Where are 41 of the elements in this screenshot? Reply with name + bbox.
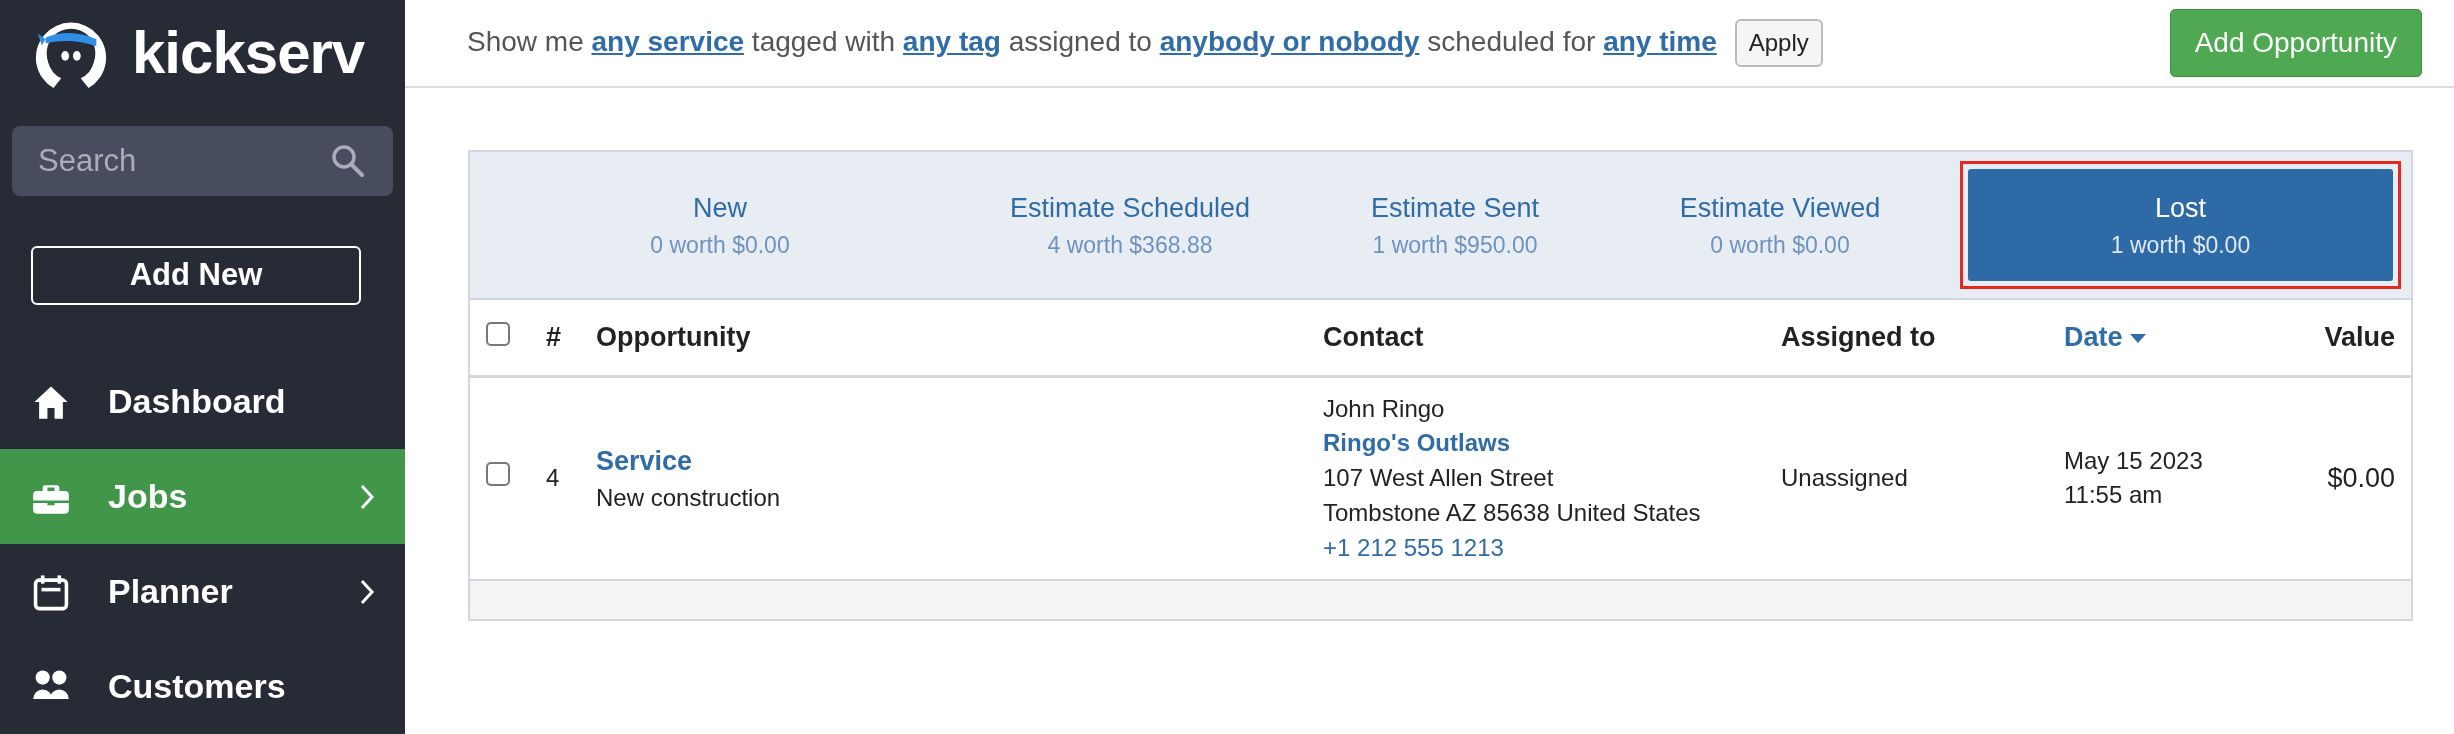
address-line: Tombstone AZ 85638 United States [1323,497,1702,528]
row-checkbox[interactable] [486,462,510,487]
apply-button[interactable]: Apply [1734,19,1823,67]
stage-tab[interactable]: Estimate Scheduled 4 worth $368.88 [978,187,1282,263]
column-header: Value [2324,322,2395,352]
opportunity-link[interactable]: Service [596,441,1291,481]
column-header: Contact [1323,322,1424,352]
select-all-checkbox[interactable] [486,322,510,346]
sidebar-item[interactable]: Customers [0,639,405,734]
column-header[interactable]: Date [2064,322,2123,352]
time-text: 11:55 am [2064,480,2164,511]
add-opportunity-button[interactable]: Add Opportunity [2169,9,2422,77]
company-link[interactable]: Ringo's Outlaws [1323,426,1749,462]
filter-link[interactable]: anybody or nobody [1159,26,1420,57]
stage-tab[interactable]: New 0 worth $0.00 [478,187,962,263]
logo-text: kickserv [132,18,365,89]
table-cell: $0.00 [2327,462,2395,493]
filter-link[interactable]: any time [1603,26,1717,57]
search-field[interactable]: Search [12,126,393,197]
date-text: May 15 2023 [2064,445,2204,476]
calendar-icon [32,572,70,611]
add-new-button[interactable]: Add New [31,246,361,305]
table-cell: Unassigned [1781,464,1908,492]
sidebar-item[interactable]: Planner [0,544,405,639]
column-header: Assigned to [1781,322,1936,352]
search-icon[interactable] [331,144,365,179]
stage-tab[interactable]: Lost 1 worth $0.00 [1968,169,2393,281]
sidebar-item[interactable]: Dashboard [0,354,405,449]
address-line: 107 West Allen Street [1323,463,1555,494]
column-header: Opportunity [596,322,751,352]
sidebar-item[interactable]: Jobs [0,449,405,544]
stage-tab[interactable]: Estimate Sent 1 worth $950.00 [1298,187,1612,263]
filter-link[interactable]: any tag [902,26,1001,57]
phone-link[interactable]: +1 212 555 1213 [1323,530,1749,566]
column-header: # [546,322,562,352]
opportunity-description: New construction [596,482,782,513]
filter-sentence: Show me any service tagged with any tag assigned to anybody or nobody scheduled for any time Apply [467,19,2170,67]
table-cell: 4 [546,464,560,492]
contact-name: John Ringo [1323,393,1446,424]
stage-tab[interactable]: Estimate Viewed 0 worth $0.00 [1628,187,1932,263]
filter-link[interactable]: any service [591,26,745,57]
